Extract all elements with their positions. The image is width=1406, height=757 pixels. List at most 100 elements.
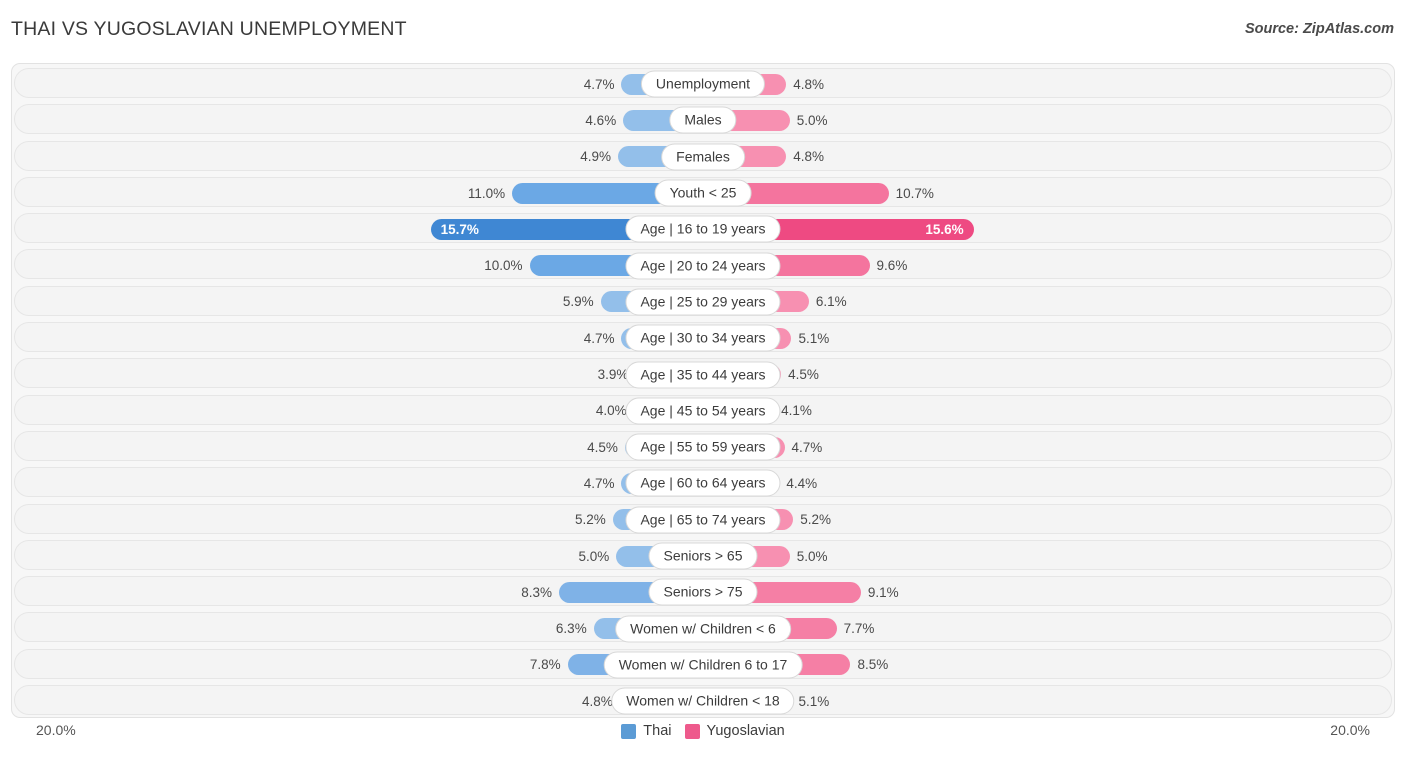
- yugoslavian-side: 10.7%: [703, 175, 1395, 211]
- thai-value-label: 15.7%: [440, 221, 479, 237]
- yugoslavian-value-label: 4.7%: [791, 439, 823, 455]
- bar-rows: 4.7% 4.8% Unemployment 4.6% 5.0% Males 4.9% 4.8…: [11, 66, 1395, 719]
- bar-row: 6.3% 7.7% Women w/ Children < 6: [11, 610, 1395, 646]
- yugoslavian-side: 5.0%: [703, 538, 1395, 574]
- bar-row: 4.5% 4.7% Age | 55 to 59 years: [11, 429, 1395, 465]
- yugoslavian-side: 8.5%: [703, 647, 1395, 683]
- category-label: Age | 20 to 24 years: [625, 252, 781, 280]
- thai-value-label: 4.7%: [583, 475, 615, 491]
- yugoslavian-value-label: 5.2%: [800, 512, 831, 528]
- bar-row: 5.0% 5.0% Seniors > 65: [11, 538, 1395, 574]
- yugoslavian-side: 4.4%: [703, 465, 1395, 501]
- thai-side: 3.9%: [11, 356, 703, 392]
- yugoslavian-side: 5.1%: [703, 683, 1395, 719]
- page-title: THAI VS YUGOSLAVIAN UNEMPLOYMENT: [11, 18, 407, 40]
- category-label: Youth < 25: [654, 179, 752, 207]
- yugoslavian-side: 4.5%: [703, 356, 1395, 392]
- yugoslavian-value-label: 7.7%: [843, 621, 875, 637]
- thai-side: 5.2%: [11, 502, 703, 538]
- category-label: Women w/ Children < 6: [615, 615, 791, 643]
- legend-item-yugoslavian[interactable]: Yugoslavian: [684, 723, 785, 739]
- category-label: Age | 60 to 64 years: [625, 469, 781, 497]
- category-label: Males: [669, 106, 737, 134]
- thai-side: 4.9%: [11, 139, 703, 175]
- thai-side: 4.8%: [11, 683, 703, 719]
- yugoslavian-side: 4.8%: [703, 139, 1395, 175]
- thai-value-label: 4.5%: [587, 439, 618, 455]
- thai-side: 4.6%: [11, 102, 703, 138]
- yugoslavian-side: 9.1%: [703, 574, 1395, 610]
- yugoslavian-value-label: 9.6%: [876, 258, 908, 274]
- yugoslavian-value-label: 4.4%: [786, 475, 818, 491]
- category-label: Age | 16 to 19 years: [625, 215, 781, 243]
- thai-value-label: 4.6%: [585, 112, 617, 128]
- yugoslavian-side: 5.0%: [703, 102, 1395, 138]
- bar-row: 4.7% 4.4% Age | 60 to 64 years: [11, 465, 1395, 501]
- bar-row: 4.8% 5.1% Women w/ Children < 18: [11, 683, 1395, 719]
- yugoslavian-value-label: 15.6%: [925, 221, 964, 237]
- thai-value-label: 3.9%: [597, 367, 629, 383]
- thai-side: 4.5%: [11, 429, 703, 465]
- bar-row: 4.9% 4.8% Females: [11, 139, 1395, 175]
- thai-side: 4.7%: [11, 320, 703, 356]
- thai-side: 8.3%: [11, 574, 703, 610]
- thai-value-label: 4.7%: [583, 76, 615, 92]
- bar-row: 3.9% 4.5% Age | 35 to 44 years: [11, 356, 1395, 392]
- category-label: Unemployment: [640, 70, 766, 98]
- yugoslavian-side: 15.6%: [703, 211, 1395, 247]
- source-attribution: Source: ZipAtlas.com: [1244, 21, 1394, 37]
- thai-side: 4.0%: [11, 393, 703, 429]
- yugoslavian-side: 9.6%: [703, 247, 1395, 283]
- thai-side: 6.3%: [11, 610, 703, 646]
- yugoslavian-side: 4.7%: [703, 429, 1395, 465]
- yugoslavian-side: 4.8%: [703, 66, 1395, 102]
- bar-row: 11.0% 10.7% Youth < 25: [11, 175, 1395, 211]
- yugoslavian-value-label: 6.1%: [815, 294, 847, 310]
- category-label: Women w/ Children < 18: [611, 687, 795, 715]
- thai-side: 5.9%: [11, 284, 703, 320]
- category-label: Age | 55 to 59 years: [625, 433, 781, 461]
- thai-value-label: 11.0%: [467, 185, 506, 201]
- yugoslavian-side: 5.2%: [703, 502, 1395, 538]
- yugoslavian-value-label: 4.1%: [781, 403, 812, 419]
- thai-value-label: 4.7%: [583, 330, 615, 346]
- thai-value-label: 4.0%: [595, 403, 627, 419]
- category-label: Females: [661, 143, 745, 171]
- thai-side: 5.0%: [11, 538, 703, 574]
- category-label: Seniors > 75: [648, 578, 758, 606]
- category-label: Age | 30 to 34 years: [625, 324, 781, 352]
- bar-row: 4.6% 5.0% Males: [11, 102, 1395, 138]
- legend-label-thai: Thai: [643, 723, 672, 739]
- yugoslavian-value-label: 8.5%: [857, 657, 889, 673]
- category-label: Age | 45 to 54 years: [625, 397, 781, 425]
- thai-side: 7.8%: [11, 647, 703, 683]
- category-label: Women w/ Children 6 to 17: [603, 651, 803, 679]
- bar-row: 5.9% 6.1% Age | 25 to 29 years: [11, 284, 1395, 320]
- yugoslavian-value-label: 4.8%: [793, 76, 825, 92]
- yugoslavian-value-label: 5.1%: [798, 693, 830, 709]
- yugoslavian-value-label: 10.7%: [895, 185, 934, 201]
- thai-side: 10.0%: [11, 247, 703, 283]
- bar-row: 4.7% 4.8% Unemployment: [11, 66, 1395, 102]
- thai-value-label: 10.0%: [484, 258, 523, 274]
- bar-row: 4.0% 4.1% Age | 45 to 54 years: [11, 393, 1395, 429]
- thai-side: 11.0%: [11, 175, 703, 211]
- bar-row: 4.7% 5.1% Age | 30 to 34 years: [11, 320, 1395, 356]
- thai-value-label: 5.2%: [575, 512, 606, 528]
- thai-side: 15.7%: [11, 211, 703, 247]
- bar-row: 8.3% 9.1% Seniors > 75: [11, 574, 1395, 610]
- yugoslavian-side: 6.1%: [703, 284, 1395, 320]
- yugoslavian-value-label: 5.0%: [796, 112, 828, 128]
- thai-value-label: 6.3%: [555, 621, 587, 637]
- category-label: Age | 25 to 29 years: [625, 288, 781, 316]
- thai-value-label: 8.3%: [521, 584, 552, 600]
- category-label: Age | 65 to 74 years: [625, 506, 781, 534]
- legend-swatch-yugoslavian: [684, 723, 700, 739]
- legend-swatch-thai: [621, 723, 637, 739]
- thai-side: 4.7%: [11, 66, 703, 102]
- bar-row: 7.8% 8.5% Women w/ Children 6 to 17: [11, 647, 1395, 683]
- thai-value-label: 5.9%: [562, 294, 594, 310]
- bar-row: 15.7% 15.6% Age | 16 to 19 years: [11, 211, 1395, 247]
- legend-item-thai[interactable]: Thai: [621, 723, 672, 739]
- yugoslavian-value-label: 4.8%: [793, 149, 825, 165]
